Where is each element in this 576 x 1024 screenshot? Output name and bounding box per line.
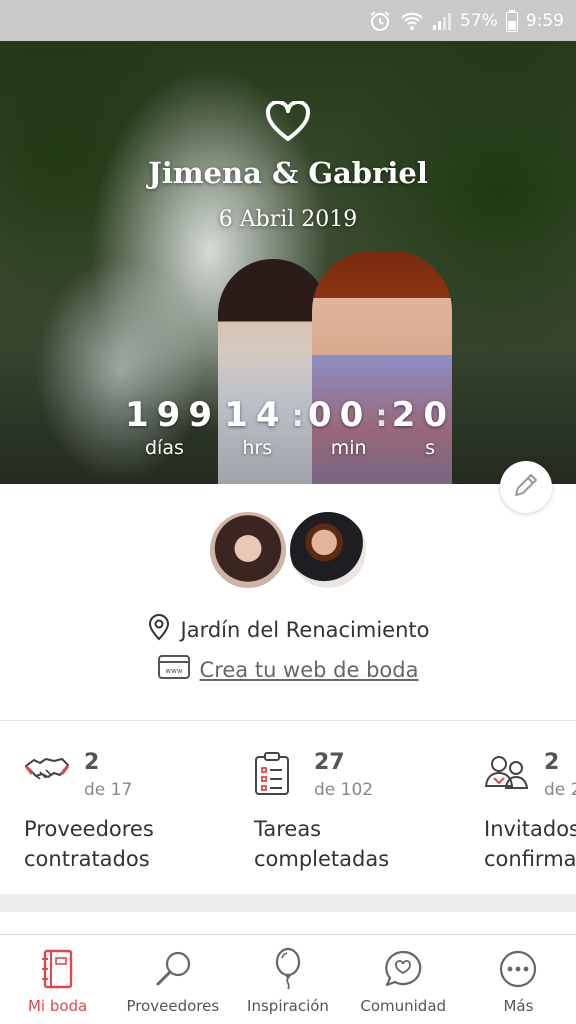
alarm-icon: [368, 9, 392, 33]
clock-time: 9:59: [525, 10, 564, 31]
stat-tasks[interactable]: 27 de 102 Tareas completadas: [254, 722, 484, 894]
tab-mi-boda[interactable]: Mi boda: [0, 935, 115, 1024]
stat-total: de 2: [544, 780, 576, 800]
wedding-date: 6 Abril 2019: [218, 207, 358, 232]
wifi-icon: [400, 10, 424, 32]
edit-button[interactable]: [500, 461, 552, 513]
bottom-tab-bar: Mi boda Proveedores Inspiración Comunida…: [0, 934, 576, 1024]
countdown-days-label: días: [145, 437, 184, 459]
countdown-seconds-label: s: [425, 437, 435, 459]
chat-heart-icon: [383, 947, 423, 991]
tab-label: Inspiración: [247, 997, 329, 1015]
countdown-separator: :: [291, 399, 304, 434]
avatar[interactable]: [208, 510, 288, 590]
stat-total: de 102: [314, 780, 374, 800]
stat-label: Proveedores contratados: [24, 817, 154, 871]
guests-icon: [484, 752, 530, 796]
section-gap: [0, 894, 576, 912]
divider: [0, 720, 576, 721]
tab-label: Comunidad: [360, 997, 447, 1015]
heart-icon: [265, 100, 311, 147]
countdown-days: 199: [125, 395, 220, 435]
stat-count: 2: [544, 750, 560, 775]
next-card-edge: [0, 912, 576, 936]
couple-avatars: [0, 510, 576, 592]
signal-icon: [432, 11, 452, 31]
progress-stats: 2 de 17 Proveedores contratados 27 de 10…: [0, 722, 576, 894]
tab-proveedores[interactable]: Proveedores: [115, 935, 230, 1024]
stat-total: de 17: [84, 780, 133, 800]
browser-window-icon: www: [157, 655, 190, 684]
status-icons: 57% 9:59: [368, 0, 564, 41]
tab-label: Proveedores: [126, 997, 220, 1015]
hero-cover-photo: Jimena & Gabriel 6 Abril 2019 199 14 : 0…: [0, 41, 576, 484]
more-icon: [498, 947, 538, 991]
balloon-icon: [273, 947, 303, 991]
venue-name: Jardín del Renacimiento: [180, 617, 430, 642]
handshake-icon: [24, 752, 70, 792]
magnifier-icon: [153, 947, 193, 991]
countdown: 199 14 : 00 : 20 días hrs min s: [125, 395, 455, 459]
location-pin-icon: [147, 613, 171, 646]
tab-label: Más: [503, 997, 534, 1015]
stat-guests[interactable]: 2 de 2 Invitados confirmados: [484, 722, 576, 894]
countdown-hours: 14: [224, 395, 288, 435]
tab-label: Mi boda: [27, 997, 88, 1015]
stat-count: 27: [314, 750, 345, 775]
battery-icon: [505, 9, 518, 32]
tab-inspiracion[interactable]: Inspiración: [230, 935, 345, 1024]
create-website-link[interactable]: www Crea tu web de boda: [0, 655, 576, 684]
tab-mas[interactable]: Más: [461, 935, 576, 1024]
countdown-separator: :: [375, 399, 388, 434]
stat-label: Invitados confirmados: [484, 817, 576, 871]
couple-names: Jimena & Gabriel: [148, 156, 428, 190]
battery-percent: 57%: [460, 10, 498, 31]
stat-label: Tareas completadas: [254, 817, 390, 871]
pencil-icon: [512, 471, 540, 503]
svg-text:www: www: [165, 667, 182, 675]
countdown-minutes: 00: [307, 395, 372, 435]
tab-comunidad[interactable]: Comunidad: [346, 935, 461, 1024]
stat-count: 2: [84, 750, 100, 775]
status-bar: 57% 9:59: [0, 0, 576, 41]
notebook-icon: [41, 947, 75, 991]
countdown-minutes-label: min: [330, 437, 367, 459]
countdown-hours-label: hrs: [242, 437, 273, 459]
stat-suppliers[interactable]: 2 de 17 Proveedores contratados: [24, 722, 254, 894]
checklist-icon: [254, 752, 290, 800]
venue-row[interactable]: Jardín del Renacimiento: [0, 613, 576, 646]
create-website-link-label: Crea tu web de boda: [199, 657, 419, 682]
avatar[interactable]: [288, 510, 368, 590]
countdown-seconds: 20: [391, 395, 455, 435]
